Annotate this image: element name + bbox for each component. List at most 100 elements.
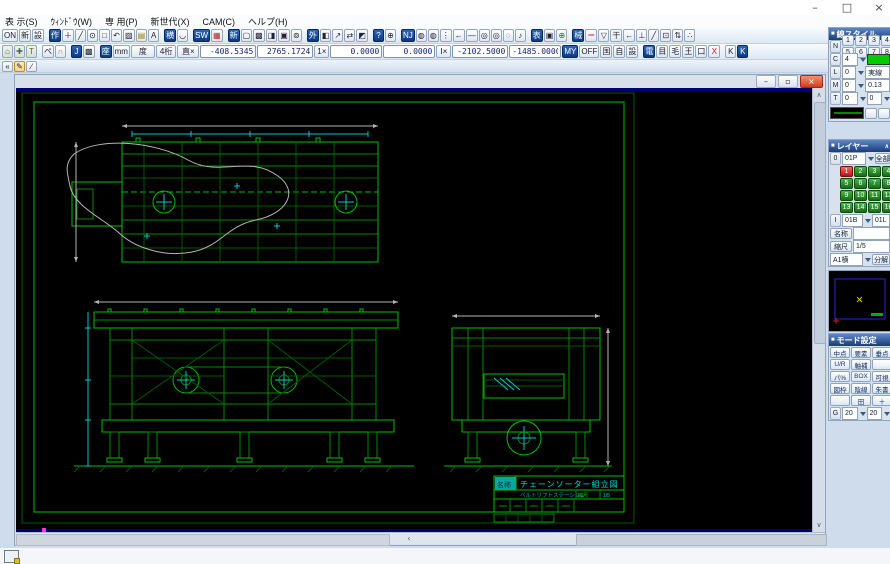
- toolbar-button[interactable]: K: [737, 45, 748, 58]
- width-number-field[interactable]: 0: [842, 79, 856, 92]
- toolbar-button[interactable]: [160, 29, 163, 42]
- pen-button[interactable]: 1: [842, 35, 854, 46]
- coord-y-input[interactable]: [257, 45, 313, 58]
- horizontal-scroll-thumb[interactable]: [16, 534, 390, 546]
- ortho-mode-button[interactable]: 直×: [177, 45, 199, 58]
- spinner-icon[interactable]: [860, 412, 866, 416]
- spinner-icon[interactable]: [858, 84, 864, 88]
- toolbar-button[interactable]: ∴: [684, 29, 695, 42]
- toolbar-button[interactable]: ╱: [648, 29, 659, 42]
- child-restore-button[interactable]: ▫: [778, 75, 798, 88]
- toolbar-button[interactable]: J: [71, 45, 82, 58]
- mode-button[interactable]: 要素: [851, 347, 871, 358]
- layer-name-field[interactable]: [853, 227, 890, 240]
- layer-name-button[interactable]: 名称: [830, 228, 852, 239]
- toolbar-button[interactable]: 座: [100, 45, 112, 58]
- spinner-icon[interactable]: [884, 97, 890, 101]
- toolbar-button[interactable]: ▤: [136, 29, 148, 42]
- mode-button[interactable]: 田: [851, 395, 871, 406]
- layer-button[interactable]: 8: [882, 178, 890, 189]
- layer-button[interactable]: 2: [854, 166, 867, 177]
- decompose-button[interactable]: 分解: [872, 254, 890, 265]
- toolbar-button[interactable]: [96, 45, 99, 58]
- coord-x-input[interactable]: [200, 45, 256, 58]
- toolbar-button[interactable]: 作: [49, 29, 61, 42]
- mode-button[interactable]: ▷: [830, 395, 850, 406]
- mode-button[interactable]: 可視: [872, 371, 890, 382]
- toolbar-button[interactable]: [67, 45, 70, 58]
- type-value-field[interactable]: 0: [867, 92, 883, 105]
- scroll-left-icon[interactable]: ‹: [402, 533, 416, 544]
- toolbar-button[interactable]: A: [148, 29, 159, 42]
- width-value-field[interactable]: 0.13: [865, 79, 890, 92]
- spinner-icon[interactable]: [868, 157, 874, 161]
- canvas-vertical-scrollbar[interactable]: ∧ ∨: [812, 88, 825, 532]
- toolbar-button[interactable]: MY: [562, 45, 578, 58]
- window-maximize-button[interactable]: □: [840, 1, 854, 14]
- toolbar-button[interactable]: ▦: [211, 29, 223, 42]
- menu-item[interactable]: 専 用(P): [105, 15, 138, 28]
- toolbar-button[interactable]: [224, 29, 227, 42]
- toolbar-button[interactable]: mm: [113, 45, 130, 58]
- toolbar-button[interactable]: ―: [466, 29, 478, 42]
- toolbar-button[interactable]: ◩: [356, 29, 368, 42]
- toolbar-button[interactable]: ♪: [515, 29, 526, 42]
- mode-button[interactable]: 中点: [830, 347, 850, 358]
- pen-button[interactable]: 4: [881, 35, 890, 46]
- toolbar-button[interactable]: 設: [626, 45, 638, 58]
- color-swatch[interactable]: [867, 54, 890, 65]
- toolbar-button[interactable]: 電: [643, 45, 655, 58]
- toolbar-button[interactable]: ⋮: [440, 29, 452, 42]
- layer-button[interactable]: 16: [882, 202, 890, 213]
- snap-tool-button[interactable]: «: [2, 61, 13, 72]
- minimized-window-icon[interactable]: [4, 550, 19, 563]
- layer-button[interactable]: 5: [840, 178, 853, 189]
- layer-scale-button[interactable]: 縮尺: [830, 241, 852, 252]
- toolbar-button[interactable]: [303, 29, 306, 42]
- angle-unit-button[interactable]: 度: [131, 45, 155, 58]
- toolbar-button[interactable]: [639, 45, 642, 58]
- layer-button[interactable]: 14: [854, 202, 867, 213]
- toolbar-button[interactable]: [527, 29, 530, 42]
- mode-button[interactable]: U/R: [830, 359, 850, 370]
- scale-1x-button[interactable]: 1×: [314, 45, 329, 58]
- layer-header[interactable]: ■ レイヤー ∧: [829, 140, 890, 152]
- pen-button[interactable]: 3: [868, 35, 880, 46]
- mode-settings-header[interactable]: ■ モード設定: [829, 334, 890, 346]
- toolbar-button[interactable]: [397, 29, 400, 42]
- toolbar-button[interactable]: [721, 45, 724, 58]
- line-style-option-button[interactable]: [865, 108, 877, 119]
- collapse-icon[interactable]: ∧: [885, 143, 889, 150]
- spinner-icon[interactable]: [865, 219, 871, 223]
- scroll-down-icon[interactable]: ∨: [813, 519, 825, 531]
- layer-button[interactable]: 12: [882, 190, 890, 201]
- toolbar-button[interactable]: ⊡: [660, 29, 671, 42]
- toolbar-button[interactable]: ◌: [503, 29, 514, 42]
- toolbar-button[interactable]: 械: [572, 29, 584, 42]
- window-minimize-button[interactable]: –: [808, 1, 822, 14]
- toolbar-button[interactable]: □: [99, 29, 110, 42]
- spinner-icon[interactable]: [884, 412, 890, 416]
- abs-y-input[interactable]: [509, 45, 561, 58]
- toolbar-button[interactable]: 干: [610, 29, 622, 42]
- mode-button[interactable]: 垂点: [872, 347, 890, 358]
- toolbar-button[interactable]: Ｘ: [708, 45, 720, 58]
- layer-button[interactable]: 10: [854, 190, 867, 201]
- layer-scale-field[interactable]: 1/5: [853, 240, 890, 253]
- toolbar-button[interactable]: SW: [193, 29, 210, 42]
- layer-button[interactable]: 3: [868, 166, 881, 177]
- abs-x-input[interactable]: [452, 45, 508, 58]
- toolbar-button[interactable]: 毛: [669, 45, 681, 58]
- spinner-icon[interactable]: [860, 97, 866, 101]
- toolbar-button[interactable]: [45, 29, 48, 42]
- toolbar-button[interactable]: 新: [228, 29, 240, 42]
- layer-l-select[interactable]: 01L: [872, 214, 890, 227]
- delta-x-input[interactable]: [330, 45, 382, 58]
- toolbar-button[interactable]: 設: [32, 29, 44, 42]
- toolbar-button[interactable]: ◍: [428, 29, 439, 42]
- toolbar-button[interactable]: ⊕: [385, 29, 396, 42]
- toolbar-button[interactable]: ▣: [544, 29, 556, 42]
- type-number-field[interactable]: 0: [842, 92, 858, 105]
- layer-button[interactable]: 7: [868, 178, 881, 189]
- toolbar-button[interactable]: ◎: [491, 29, 502, 42]
